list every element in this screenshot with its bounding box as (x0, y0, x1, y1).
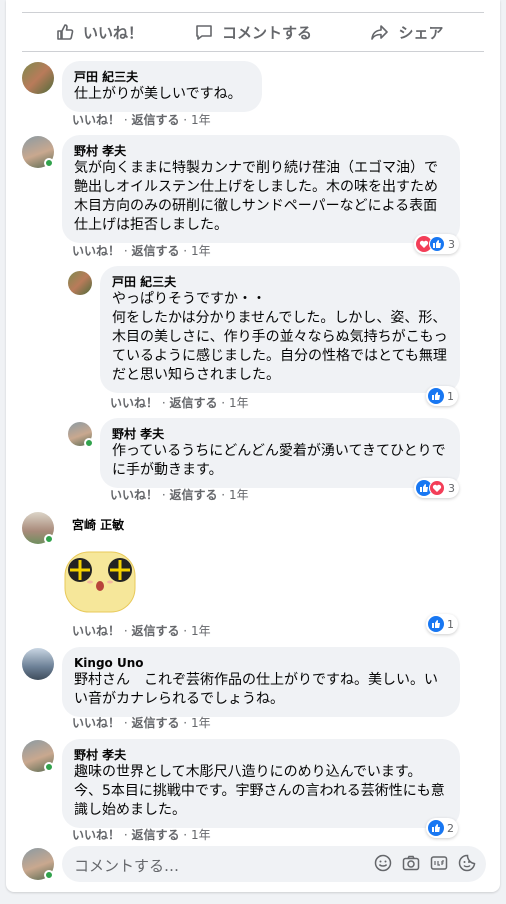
reaction-summary[interactable]: 3 (414, 234, 459, 254)
comment-text: 気が向くままに特製カンナで削り続け荏油（エゴマ油）で艶出しオイルステン仕上げをし… (74, 160, 438, 233)
reaction-summary[interactable]: 2 (426, 818, 458, 838)
comment-timestamp[interactable]: 1年 (191, 624, 211, 638)
comment-like-link[interactable]: いいね！ (72, 716, 120, 730)
love-heart-icon (429, 480, 445, 496)
comment-author[interactable]: 野村 孝夫 (74, 747, 448, 763)
comment-timestamp[interactable]: 1年 (229, 488, 249, 502)
reaction-count: 2 (447, 821, 454, 835)
comment-bubble: 野村 孝夫 気が向くままに特製カンナで削り続け荏油（エゴマ油）で艶出しオイルステ… (62, 135, 460, 243)
like-button[interactable]: いいね！ (22, 13, 176, 51)
reaction-summary[interactable]: 3 (414, 478, 459, 498)
comment-author[interactable]: 野村 孝夫 (112, 426, 448, 442)
comment-text: 仕上がりが美しいですね。 (74, 86, 242, 102)
comment-input[interactable]: コメントする… (62, 846, 486, 882)
comment-button[interactable]: コメントする (176, 13, 330, 51)
avatar[interactable] (68, 271, 92, 295)
like-thumb-icon (428, 388, 444, 404)
comment-like-link[interactable]: いいね！ (72, 624, 120, 638)
emoji-icon[interactable] (374, 854, 392, 872)
comment-text: 野村さん これぞ芸術作品の仕上がりですね。美しい。いい音がカナレられるでしょうね… (74, 672, 438, 707)
comment-author[interactable]: 戸田 紀三夫 (74, 69, 250, 85)
comment-timestamp[interactable]: 1年 (191, 244, 211, 258)
comment-bubble: 野村 孝夫 作っているうちにどんどん愛着が湧いてきてひとりでに手が動きます。 (100, 418, 460, 488)
sunglasses-smiley-sticker[interactable] (62, 546, 138, 614)
comment-timestamp[interactable]: 1年 (191, 716, 211, 730)
comment-like-link[interactable]: いいね！ (110, 396, 158, 410)
online-status-dot (84, 438, 94, 448)
reaction-summary[interactable]: 1 (426, 614, 458, 634)
comment-text: やっぱりそうですか・・ 何をしたかは分かりませんでした。しかし、姿、形、木目の美… (112, 291, 448, 383)
avatar[interactable] (22, 648, 54, 680)
share-arrow-icon (371, 25, 389, 40)
comment-meta: いいね！ · 返信する · 1年 (72, 113, 211, 127)
comment-author[interactable]: 宮崎 正敏 (72, 517, 124, 533)
online-status-dot (44, 762, 54, 772)
comment-timestamp[interactable]: 1年 (191, 113, 211, 127)
post-card: いいね！ コメントする シェア 戸田 紀三夫 仕上がりが美しいですね。 いいね！… (6, 0, 500, 892)
comment-author[interactable]: 戸田 紀三夫 (112, 274, 448, 290)
comment-like-link[interactable]: いいね！ (72, 828, 120, 842)
comment-author[interactable]: 野村 孝夫 (74, 143, 448, 159)
online-status-dot (44, 870, 54, 880)
comment-bubble: 戸田 紀三夫 仕上がりが美しいですね。 (62, 61, 262, 112)
comment-meta: いいね！ · 返信する · 1年 (110, 396, 249, 410)
comment-text: 趣味の世界として木彫尺八造りにのめり込んでいます。今、5本目に挑戦中です。宇野さ… (74, 764, 445, 818)
comment-like-link[interactable]: いいね！ (110, 488, 158, 502)
comment-button-label: コメントする (221, 23, 312, 42)
online-status-dot (44, 534, 54, 544)
comment-text: 作っているうちにどんどん愛着が湧いてきてひとりでに手が動きます。 (112, 443, 446, 478)
comment-timestamp[interactable]: 1年 (191, 828, 211, 842)
comment-reply-link[interactable]: 返信する (169, 396, 217, 410)
comment-meta: いいね！ · 返信する · 1年 (72, 244, 211, 258)
comment-author[interactable]: Kingo Uno (74, 655, 448, 671)
like-thumb-icon (429, 236, 445, 252)
comment-meta: いいね！ · 返信する · 1年 (110, 488, 249, 502)
comment-reply-link[interactable]: 返信する (131, 624, 179, 638)
comment-bubble: 戸田 紀三夫 やっぱりそうですか・・ 何をしたかは分かりませんでした。しかし、姿… (100, 266, 460, 393)
comment-reply-link[interactable]: 返信する (169, 488, 217, 502)
thumbs-up-icon (57, 24, 74, 40)
sticker-icon[interactable] (458, 854, 476, 872)
like-thumb-icon (428, 820, 444, 836)
comment-meta: いいね！ · 返信する · 1年 (72, 828, 211, 842)
comment-bubble: 野村 孝夫 趣味の世界として木彫尺八造りにのめり込んでいます。今、5本目に挑戦中… (62, 739, 460, 828)
online-status-dot (44, 158, 54, 168)
comment-reply-link[interactable]: 返信する (131, 244, 179, 258)
share-button[interactable]: シェア (330, 13, 484, 51)
reaction-count: 1 (447, 617, 454, 631)
comment-reply-link[interactable]: 返信する (131, 113, 179, 127)
comment-meta: いいね！ · 返信する · 1年 (72, 624, 211, 638)
reaction-count: 1 (447, 389, 454, 403)
share-button-label: シェア (398, 23, 444, 42)
reaction-count: 3 (448, 481, 455, 495)
comment-like-link[interactable]: いいね！ (72, 244, 120, 258)
comment-like-link[interactable]: いいね！ (72, 113, 120, 127)
reaction-count: 3 (448, 237, 455, 251)
comment-reply-link[interactable]: 返信する (131, 828, 179, 842)
comment-reply-link[interactable]: 返信する (131, 716, 179, 730)
comment-meta: いいね！ · 返信する · 1年 (72, 716, 211, 730)
composer-tools (374, 854, 476, 872)
comment-bubble: Kingo Uno 野村さん これぞ芸術作品の仕上がりですね。美しい。いい音がカ… (62, 647, 460, 717)
gif-icon[interactable] (430, 854, 448, 872)
comment-input-placeholder: コメントする… (74, 857, 180, 875)
post-actions-bar: いいね！ コメントする シェア (22, 12, 484, 52)
reaction-summary[interactable]: 1 (426, 386, 458, 406)
like-thumb-icon (428, 616, 444, 632)
camera-icon[interactable] (402, 854, 420, 872)
like-button-label: いいね！ (82, 23, 143, 42)
avatar[interactable] (22, 62, 54, 94)
speech-bubble-icon (196, 25, 212, 40)
comment-timestamp[interactable]: 1年 (229, 396, 249, 410)
